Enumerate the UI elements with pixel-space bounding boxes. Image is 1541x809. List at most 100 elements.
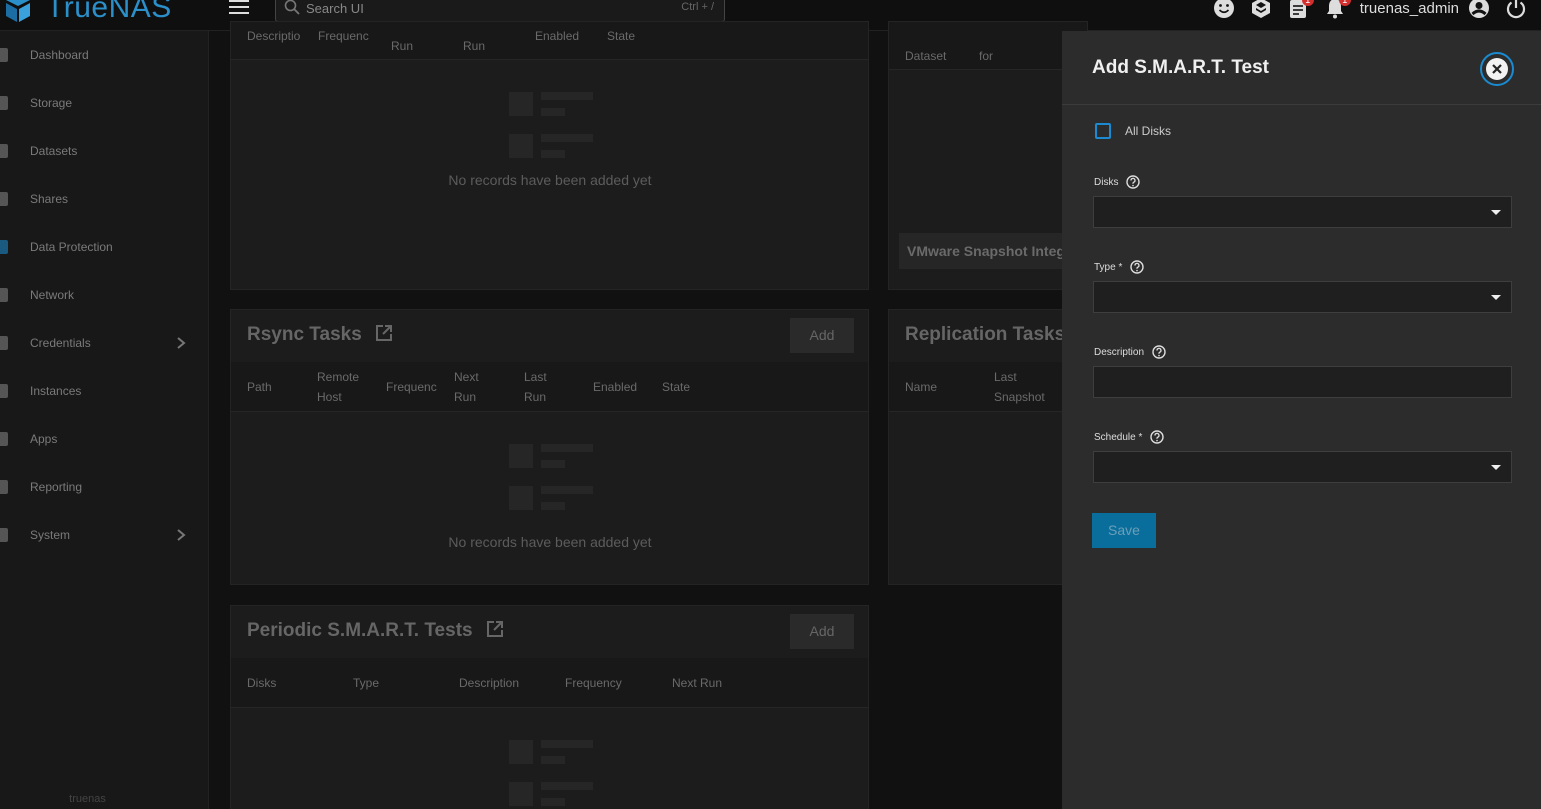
add-smart-test-button[interactable]: Add (790, 614, 854, 649)
jobs-button[interactable]: 1 (1286, 0, 1314, 20)
sidebar-item-network[interactable]: Network (0, 271, 209, 319)
column-header[interactable]: State (662, 377, 690, 397)
sidebar-item-label: Storage (30, 96, 73, 110)
open-in-new-icon[interactable] (486, 620, 504, 638)
sidebar-item-label: Network (30, 288, 75, 302)
help-icon[interactable] (1150, 430, 1165, 444)
sidebar-item-instances[interactable]: Instances (0, 367, 209, 415)
shield-icon (0, 240, 8, 254)
sidebar-item-label: Instances (30, 384, 82, 398)
type-select[interactable] (1093, 281, 1512, 313)
sidebar-item-data-protection[interactable]: Data Protection (0, 223, 209, 271)
help-icon[interactable] (1152, 345, 1166, 359)
dropdown-arrow-icon (1491, 465, 1501, 470)
column-header[interactable]: Disks (247, 673, 276, 693)
sidebar-item-shares[interactable]: Shares (0, 175, 209, 223)
description-input[interactable] (1093, 366, 1512, 398)
help-icon[interactable] (1130, 260, 1145, 274)
sidebar-item-datasets[interactable]: Datasets (0, 127, 209, 175)
column-header[interactable]: for (979, 46, 993, 66)
account-button[interactable] (1467, 0, 1491, 20)
apps-icon (0, 432, 8, 446)
disks-select[interactable] (1093, 196, 1512, 228)
column-header[interactable]: Run (463, 36, 485, 56)
card-title[interactable]: Periodic S.M.A.R.T. Tests (247, 620, 504, 642)
column-header[interactable]: Description (459, 673, 519, 693)
column-header[interactable]: Name (905, 377, 937, 397)
open-in-new-icon[interactable] (375, 324, 393, 342)
dropdown-arrow-icon (1491, 295, 1501, 300)
search-input[interactable] (306, 0, 636, 21)
close-icon (1492, 64, 1502, 74)
empty-state-text: No records have been added yet (448, 534, 652, 550)
all-disks-checkbox[interactable] (1095, 123, 1111, 139)
sidebar-item-label: Reporting (30, 480, 83, 494)
table-header: Name Last Snapshot (889, 362, 1087, 412)
username-label[interactable]: truenas_admin (1360, 0, 1459, 17)
table-header: Dataset for (889, 22, 1087, 70)
topbar-actions: 1 1 truenas_admin (1212, 0, 1541, 22)
feedback-button[interactable] (1212, 0, 1236, 20)
shares-icon (0, 192, 8, 206)
search-icon (284, 0, 300, 15)
replication-tasks-title[interactable]: Replication Tasks (905, 324, 1065, 346)
truenas-logo[interactable]: TrueNAS (0, 0, 172, 26)
datasets-icon (0, 144, 8, 158)
key-icon (0, 336, 8, 350)
search-shortcut-hint: Ctrl + / (681, 1, 714, 13)
schedule-select[interactable] (1093, 451, 1512, 483)
column-header[interactable]: Remote Host (317, 367, 367, 407)
menu-toggle-button[interactable] (229, 0, 249, 14)
sidebar-item-storage[interactable]: Storage (0, 79, 209, 127)
monitor-icon (0, 384, 8, 398)
close-panel-button[interactable] (1480, 52, 1514, 86)
column-header[interactable]: Type (353, 673, 379, 693)
search-box[interactable]: Ctrl + / (275, 0, 725, 22)
description-label-row: Description (1094, 345, 1166, 359)
column-header[interactable]: Last Run (524, 367, 564, 407)
column-header[interactable]: Dataset (905, 46, 946, 66)
column-header[interactable]: Frequenc (318, 26, 369, 46)
sidebar-item-label: Apps (30, 432, 58, 446)
dashboard-icon (0, 48, 8, 62)
all-disks-checkbox-row[interactable]: All Disks (1095, 123, 1171, 139)
column-header[interactable]: Path (247, 377, 272, 397)
logo-text: TrueNAS (46, 0, 172, 24)
alerts-button[interactable]: 1 (1323, 0, 1351, 20)
sidebar-item-apps[interactable]: Apps (0, 415, 209, 463)
description-label: Description (1094, 346, 1145, 358)
column-header[interactable]: Enabled (535, 26, 579, 46)
chevron-right-icon (177, 337, 186, 349)
truecommand-button[interactable] (1249, 0, 1273, 20)
add-rsync-task-button[interactable]: Add (790, 318, 854, 353)
replication-tasks-card: Replication Tasks Name Last Snapshot (888, 309, 1088, 585)
column-header[interactable]: Next Run (672, 673, 722, 693)
table-header: Path Remote Host Frequenc Next Run Last … (231, 362, 868, 412)
column-header[interactable]: Frequenc (386, 377, 437, 397)
column-header[interactable]: Run (391, 36, 413, 56)
column-header[interactable]: Last Snapshot (994, 367, 1054, 407)
column-header[interactable]: State (607, 26, 635, 46)
sidebar-item-credentials[interactable]: Credentials (0, 319, 209, 367)
column-header[interactable]: Next Run (454, 367, 494, 407)
power-button[interactable] (1504, 0, 1528, 20)
sidebar-item-dashboard[interactable]: Dashboard (0, 31, 209, 79)
snapshot-tasks-card: Dataset for VMware Snapshot Integ (888, 21, 1088, 290)
help-icon[interactable] (1126, 175, 1141, 189)
column-header[interactable]: Enabled (593, 377, 637, 397)
card-title[interactable]: Rsync Tasks (247, 324, 393, 346)
panel-header: Add S.M.A.R.T. Test (1062, 31, 1541, 105)
column-header[interactable]: Descriptio (247, 26, 300, 46)
vmware-snapshot-button[interactable]: VMware Snapshot Integ (899, 233, 1069, 269)
truecommand-icon (1251, 0, 1270, 18)
sidebar-item-label: Dashboard (30, 48, 89, 62)
type-label: Type * (1094, 261, 1123, 273)
sidebar-item-system[interactable]: System (0, 511, 209, 559)
power-icon (1506, 0, 1526, 19)
network-icon (0, 288, 8, 302)
save-button[interactable]: Save (1092, 513, 1156, 548)
storage-icon (0, 96, 8, 110)
smart-tests-card: Periodic S.M.A.R.T. Tests Add Disks Type… (230, 605, 869, 809)
column-header[interactable]: Frequency (565, 673, 622, 693)
sidebar-item-reporting[interactable]: Reporting (0, 463, 209, 511)
